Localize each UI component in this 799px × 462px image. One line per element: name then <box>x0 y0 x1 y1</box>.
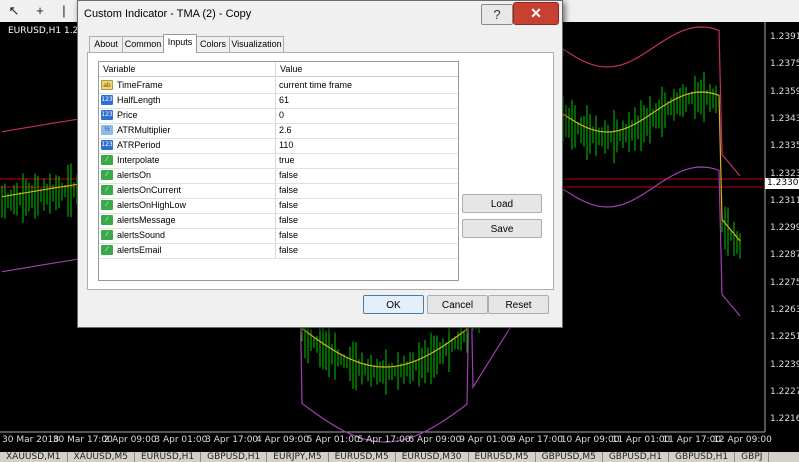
column-header-value[interactable]: Value <box>276 62 458 77</box>
price-axis-label: 1.22879 <box>770 250 799 261</box>
inputs-table: Variable Value ab TimeFrame current time f… <box>98 61 459 281</box>
chart-symbol-label: EURUSD,H1 1.23 <box>8 26 85 36</box>
reset-button[interactable]: Reset <box>488 295 549 314</box>
price-axis-label: 1.23239 <box>770 168 799 179</box>
load-button[interactable]: Load <box>462 194 542 213</box>
price-axis-label: 1.22399 <box>770 359 799 370</box>
variable-value[interactable]: false <box>276 198 458 213</box>
custom-indicator-dialog: Custom Indicator - TMA (2) - Copy ? ✕ Ab… <box>77 0 563 328</box>
variable-name: ATRMultiplier <box>99 123 276 138</box>
close-button[interactable]: ✕ <box>513 2 559 25</box>
table-row[interactable]: ⁄ Interpolate true <box>99 153 458 169</box>
table-row[interactable]: ab TimeFrame current time frame <box>99 78 458 94</box>
table-row[interactable]: ⁄ alertsSound false <box>99 228 458 244</box>
symbol-tab-bar: XAUUSD,M1 XAUUSD,M5 EURUSD,H1 GBPUSD,H1 EURJ… <box>0 452 799 462</box>
variable-value[interactable]: 110 <box>276 138 458 153</box>
symbol-tab[interactable]: EURUSD,M30 <box>396 452 469 462</box>
variable-name: alertsOn <box>99 168 276 183</box>
save-button[interactable]: Save <box>462 219 542 238</box>
variable-value[interactable]: true <box>276 153 458 168</box>
price-axis-label: 1.23119 <box>770 195 799 206</box>
symbol-tab[interactable]: GBPUSD,H1 <box>201 452 268 462</box>
variable-value[interactable]: 2.6 <box>276 123 458 138</box>
table-row[interactable]: ⁄ alertsOnCurrent false <box>99 183 458 199</box>
variable-name: alertsSound <box>99 228 276 243</box>
variable-value[interactable]: false <box>276 243 458 258</box>
time-axis-label: 3 Apr 17:00 <box>205 435 259 445</box>
symbol-tab[interactable]: EURUSD,M5 <box>469 452 536 462</box>
table-row[interactable]: 123 HalfLength 61 <box>99 93 458 109</box>
symbol-tab[interactable]: GBPUSD,H1 <box>669 452 736 462</box>
variable-value[interactable]: false <box>276 228 458 243</box>
price-axis-label: 1.23594 <box>770 86 799 97</box>
symbol-tab[interactable]: GBPJ <box>735 452 770 462</box>
price-axis-label: 1.22519 <box>770 332 799 343</box>
table-row[interactable]: 123 ATRPeriod 110 <box>99 138 458 154</box>
variable-value[interactable]: 61 <box>276 93 458 108</box>
table-row[interactable]: ⁄ alertsMessage false <box>99 213 458 229</box>
tab-common[interactable]: Common <box>122 36 164 52</box>
price-axis-label: 1.22639 <box>770 305 799 315</box>
time-axis-label: 4 Apr 09:00 <box>256 435 309 445</box>
tab-inputs[interactable]: Inputs <box>163 34 197 53</box>
table-row[interactable]: ⁄ alertsOn false <box>99 168 458 184</box>
variable-value[interactable]: current time frame <box>276 78 458 93</box>
cancel-button[interactable]: Cancel <box>427 295 488 314</box>
ok-button[interactable]: OK <box>363 295 424 314</box>
help-button[interactable]: ? <box>481 4 513 25</box>
inputs-panel: Variable Value ab TimeFrame current time f… <box>87 52 554 290</box>
table-row[interactable]: ⁄ alertsEmail false <box>99 243 458 259</box>
variable-name: Interpolate <box>99 153 276 168</box>
time-axis-label: 5 Apr 17:00 <box>357 435 411 445</box>
time-axis-label: 9 Apr 01:00 <box>459 435 513 445</box>
variable-name: alertsOnCurrent <box>99 183 276 198</box>
table-row[interactable]: ½ ATRMultiplier 2.6 <box>99 123 458 139</box>
variable-name: Price <box>99 108 276 123</box>
price-axis-label: 1.22759 <box>770 277 799 288</box>
time-axis-label: 9 Apr 17:00 <box>510 435 563 445</box>
price-axis-label: 1.22999 <box>770 223 799 234</box>
variable-value[interactable]: false <box>276 183 458 198</box>
time-axis-label: 6 Apr 09:00 <box>408 435 462 445</box>
variable-name: TimeFrame <box>99 78 276 93</box>
price-axis-label: 1.23434 <box>770 113 799 124</box>
symbol-tab[interactable]: EURJPY,M5 <box>267 452 329 462</box>
tab-visualization[interactable]: Visualization <box>229 36 284 52</box>
variable-name: HalfLength <box>99 93 276 108</box>
vertical-line-icon[interactable]: | <box>54 2 74 20</box>
tab-colors[interactable]: Colors <box>196 36 230 52</box>
variable-name: alertsMessage <box>99 213 276 228</box>
variable-value[interactable]: false <box>276 213 458 228</box>
symbol-tab[interactable]: XAUUSD,M5 <box>68 452 135 462</box>
price-axis-label: 1.22169 <box>770 414 799 425</box>
price-axis-label: 1.22279 <box>770 386 799 397</box>
symbol-tab[interactable]: GBPUSD,M5 <box>536 452 603 462</box>
dialog-titlebar[interactable]: Custom Indicator - TMA (2) - Copy ? ✕ <box>78 1 562 27</box>
column-header-variable[interactable]: Variable <box>99 62 276 77</box>
time-axis-label: 2 Apr 09:00 <box>103 435 157 445</box>
price-axis-label: 1.23359 <box>770 141 799 152</box>
table-row[interactable]: 123 Price 0 <box>99 108 458 124</box>
crosshair-icon[interactable]: + <box>30 2 50 20</box>
variable-name: ATRPeriod <box>99 138 276 153</box>
variable-value[interactable]: 0 <box>276 108 458 123</box>
symbol-tab[interactable]: GBPUSD,H1 <box>603 452 669 462</box>
symbol-tab[interactable]: EURUSD,H1 <box>135 452 202 462</box>
time-axis-label: 12 Apr 09:00 <box>713 435 772 445</box>
symbol-tab[interactable]: EURUSD,M5 <box>329 452 396 462</box>
variable-value[interactable]: false <box>276 168 458 183</box>
symbol-tab[interactable]: XAUUSD,M1 <box>0 452 68 462</box>
variable-name: alertsEmail <box>99 243 276 258</box>
dialog-title: Custom Indicator - TMA (2) - Copy <box>84 8 252 20</box>
variable-name: alertsOnHighLow <box>99 198 276 213</box>
current-price-tag: 1.23305 <box>765 178 799 189</box>
table-row[interactable]: ⁄ alertsOnHighLow false <box>99 198 458 214</box>
cursor-icon[interactable]: ↖ <box>4 2 24 20</box>
price-axis-label: 1.23914 <box>770 32 799 42</box>
tab-about[interactable]: About <box>89 36 123 52</box>
time-axis-label: 30 Mar 2018 <box>2 435 60 445</box>
time-axis-label: 5 Apr 01:00 <box>306 435 360 445</box>
price-axis-label: 1.23754 <box>770 59 799 70</box>
time-axis-label: 3 Apr 01:00 <box>154 435 208 445</box>
